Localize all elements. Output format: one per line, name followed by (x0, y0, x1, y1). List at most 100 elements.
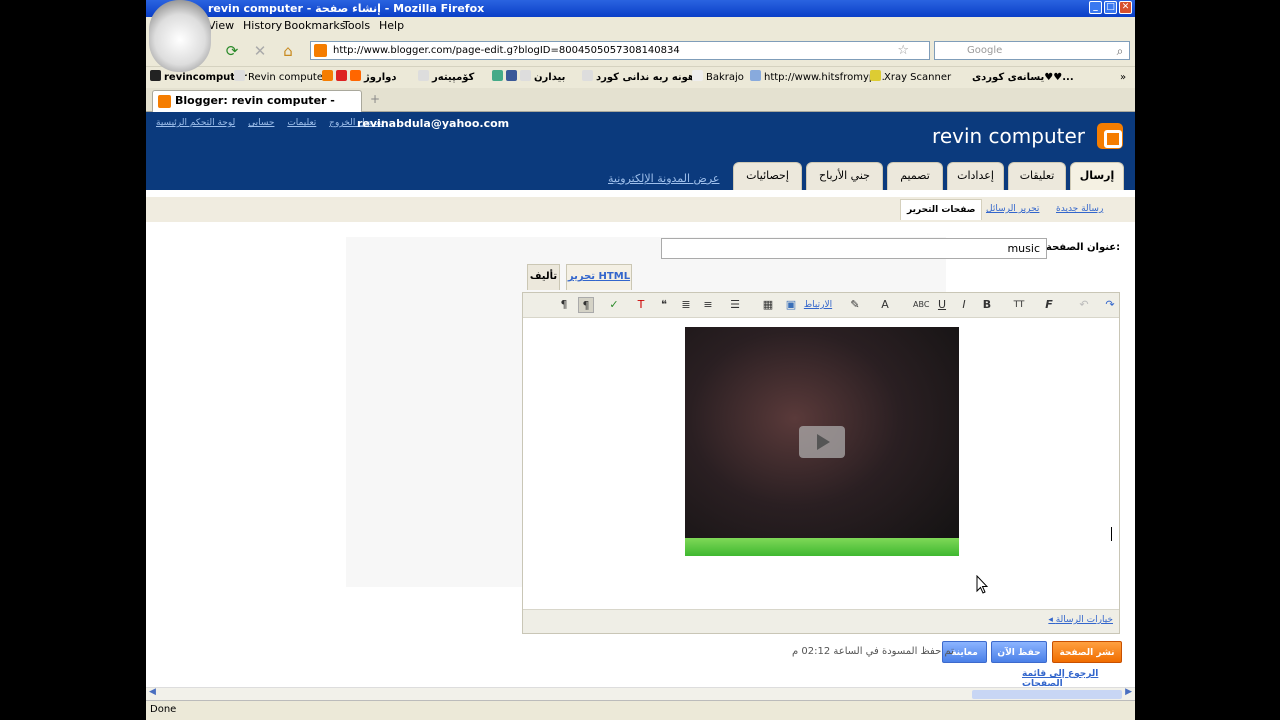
dashboard-link[interactable]: لوحة التحكم الرئيسية (156, 118, 235, 128)
youtube-icon (336, 70, 347, 81)
stop-icon[interactable]: ✕ (250, 41, 270, 61)
rich-text-editor[interactable]: ↷ ↶ F TT B I U ABC A ✎ الارتباط ▣ ▦ ☰ ≡ … (522, 292, 1120, 634)
tab-comments[interactable]: تعليقات (1008, 162, 1066, 190)
align-icon[interactable]: ☰ (727, 297, 743, 313)
menu-help[interactable]: Help (379, 17, 404, 34)
post-options-label: خيارات الرسالة (1055, 615, 1113, 625)
maximize-button[interactable]: □ (1104, 1, 1117, 14)
bookmark-item[interactable]: Bakrajo (692, 67, 744, 88)
spellcheck-icon[interactable]: ABC (913, 297, 929, 313)
search-input[interactable]: Google (934, 41, 1130, 60)
page-icon (418, 70, 429, 81)
wikipedia-icon (150, 70, 161, 81)
embedded-video[interactable] (685, 327, 959, 556)
scroll-right-icon[interactable]: ▶ (1125, 687, 1132, 697)
close-button[interactable]: ✕ (1119, 1, 1132, 14)
tab-settings[interactable]: إعدادات (947, 162, 1004, 190)
italic-icon[interactable]: I (956, 297, 972, 313)
page-icon (234, 70, 245, 81)
highlight-icon[interactable]: ✎ (847, 297, 863, 313)
bookmark-item[interactable]: بیدارن (492, 67, 565, 88)
new-post-link[interactable]: رسالة جديدة (1050, 199, 1109, 220)
help-link[interactable]: تعليمات (287, 118, 316, 128)
blogger-logo-icon (1097, 123, 1123, 149)
search-icon[interactable]: ⌕ (1110, 41, 1130, 61)
search-placeholder: Google (967, 45, 1003, 56)
bullet-list-icon[interactable]: ≣ (678, 297, 694, 313)
compose-mode-tab[interactable]: تأليف (527, 264, 560, 290)
bold-icon[interactable]: B (979, 297, 995, 313)
back-to-pages-link[interactable]: الرجوع إلى قائمة الصفحات (1022, 669, 1135, 689)
post-options-link[interactable]: ◂ خيارات الرسالة (1048, 615, 1113, 625)
ltr-direction-icon[interactable]: ¶ (556, 297, 572, 313)
redo-icon[interactable]: ↷ (1102, 297, 1118, 313)
user-email: revinabdula@yahoo.com (357, 117, 510, 130)
tab-design[interactable]: تصميم (887, 162, 943, 190)
bookmark-star-icon[interactable]: ☆ (897, 42, 909, 59)
bookmark-item[interactable]: دواروژ (322, 67, 397, 88)
undo-icon[interactable]: ↶ (1076, 297, 1092, 313)
bookmark-item[interactable]: یسانەی کوردی♥♥... (972, 67, 1074, 88)
status-bar: Done (146, 700, 1135, 720)
play-icon[interactable] (799, 426, 845, 458)
bookmarks-toolbar: revincomputer Revin computer دواروژ کۆمپ… (146, 66, 1135, 88)
menu-tools[interactable]: Tools (343, 17, 370, 34)
page-title-input[interactable]: music (661, 238, 1047, 259)
bookmark-item[interactable]: http://www.hitsfromyp... (750, 67, 885, 88)
bookmark-item[interactable]: revincomputer (150, 67, 247, 88)
new-tab-button[interactable]: + (370, 92, 380, 106)
horizontal-scrollbar[interactable]: ◀ ▶ (146, 687, 1135, 700)
bookmark-item[interactable]: هونه ربه ندانی کورد (582, 67, 695, 88)
menu-view[interactable]: View (208, 17, 234, 34)
draft-saved-message: تم حفظ المسودة في الساعة 02:12 م (792, 646, 954, 657)
sub-navigation: رسالة جديدة تحرير الرسائل صفحات التحرير (146, 197, 1135, 222)
text-color-icon[interactable]: A (877, 297, 893, 313)
scroll-left-icon[interactable]: ◀ (149, 687, 156, 697)
save-now-button[interactable]: حفظ الآن (991, 641, 1047, 663)
edit-posts-link[interactable]: تحرير الرسائل (980, 199, 1045, 220)
reload-icon[interactable]: ⟳ (222, 41, 242, 61)
tab-posting[interactable]: إرسال (1070, 162, 1124, 190)
remove-format-icon[interactable]: T (633, 297, 649, 313)
browser-tab[interactable]: Blogger: revin computer - إنشاء صفحة (152, 90, 362, 127)
navigation-toolbar: ⟳ ✕ ⌂ http://www.blogger.com/page-edit.g… (146, 34, 1135, 66)
blogger-icon (158, 95, 171, 108)
page-icon (582, 70, 593, 81)
publish-page-button[interactable]: نشر الصفحة (1052, 641, 1122, 663)
view-blog-link[interactable]: عرض المدونة الإلكترونية (608, 172, 719, 185)
tab-bar: Blogger: revin computer - إنشاء صفحة + (146, 88, 1135, 127)
numbered-list-icon[interactable]: ≡ (700, 297, 716, 313)
check-spelling-icon[interactable]: ✓ (606, 297, 622, 313)
underline-icon[interactable]: U (934, 297, 950, 313)
google-icon (492, 70, 503, 81)
rtl-direction-icon[interactable]: ¶ (578, 297, 594, 313)
insert-image-icon[interactable]: ▣ (783, 297, 799, 313)
menu-bookmarks[interactable]: Bookmarks (284, 17, 345, 34)
feed-icon (350, 70, 361, 81)
quote-icon[interactable]: ❝ (656, 297, 672, 313)
font-size-icon[interactable]: TT (1011, 297, 1027, 313)
minimize-button[interactable]: _ (1089, 1, 1102, 14)
url-bar[interactable]: http://www.blogger.com/page-edit.g?blogI… (310, 41, 930, 60)
edit-html-tab[interactable]: تحرير HTML (566, 264, 632, 290)
account-link[interactable]: حسابي (248, 118, 274, 128)
title-bar: revin computer - إنشاء صفحة - Mozilla Fi… (146, 0, 1135, 17)
menu-history[interactable]: History (243, 17, 282, 34)
mouse-cursor-icon (976, 575, 988, 594)
tab-monetize[interactable]: جني الأرباح (806, 162, 883, 190)
blog-title[interactable]: revin computer (932, 124, 1085, 148)
tab-stats[interactable]: إحصائيات (733, 162, 802, 190)
bookmark-item[interactable]: کۆمپیتەر (418, 67, 474, 88)
edit-pages-tab[interactable]: صفحات التحرير (900, 199, 983, 220)
site-icon (692, 70, 703, 81)
home-icon[interactable]: ⌂ (278, 41, 298, 61)
scrollbar-thumb[interactable] (972, 690, 1122, 699)
status-text: Done (150, 704, 177, 715)
font-icon[interactable]: F (1041, 297, 1057, 313)
bookmark-item[interactable]: Revin computer (234, 67, 327, 88)
insert-video-icon[interactable]: ▦ (760, 297, 776, 313)
more-bookmarks-icon[interactable]: » (1120, 67, 1126, 88)
browser-window: revin computer - إنشاء صفحة - Mozilla Fi… (146, 0, 1135, 720)
bookmark-item[interactable]: Xray Scanner (870, 67, 951, 88)
insert-link-button[interactable]: الارتباط (803, 297, 833, 313)
